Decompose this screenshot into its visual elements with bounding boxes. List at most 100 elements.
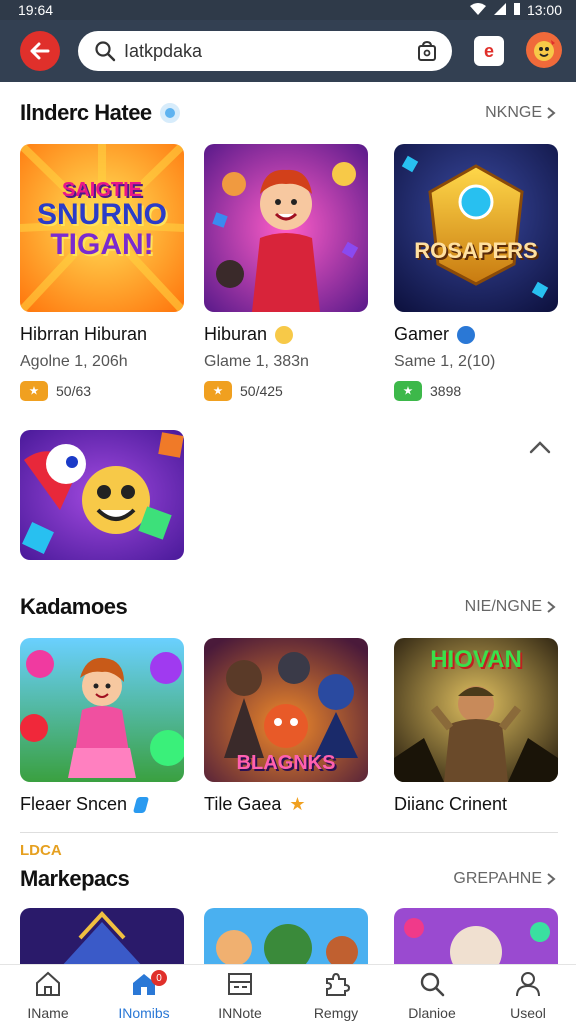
app-card[interactable] [204, 908, 368, 964]
chevron-right-icon [547, 601, 556, 613]
chevron-up-icon[interactable] [526, 434, 554, 462]
bottom-navigation: IName 0 INomibs INNote Remgy Dlanioe Use… [0, 964, 576, 1024]
see-more-link[interactable]: GREPAHNE [453, 870, 556, 888]
thumbnail-text: SNURNO [36, 198, 167, 231]
app-badge: ★ 50/63 [20, 381, 184, 401]
puzzle-icon [326, 972, 351, 996]
app-title-text: Diianc Crinent [394, 794, 508, 814]
app-thumbnail[interactable] [204, 908, 368, 964]
nav-label: Remgy [313, 1004, 359, 1021]
section-title-text: Markepacs [20, 866, 130, 891]
app-subtitle: Same 1, 2(10) [394, 353, 496, 370]
app-title-text: Tile Gaea [204, 794, 282, 814]
app-card[interactable] [394, 908, 558, 964]
wifi-icon [469, 2, 487, 19]
app-title: Tile Gaea ★ [204, 794, 368, 815]
app-thumbnail[interactable] [20, 638, 184, 782]
back-button[interactable] [20, 31, 60, 71]
badge-text: 50/425 [240, 383, 283, 399]
badge-text: 3898 [430, 383, 462, 399]
app-card[interactable]: SAIGTIE SNURNO TIGAN! Hibrran Hiburan Ag… [20, 144, 184, 401]
arrow-left-icon [30, 42, 50, 60]
see-more-link[interactable]: NIE/NGNE [465, 598, 556, 616]
section-header-games: Kadamoes NIE/NGNE [20, 594, 556, 620]
star-icon: ★ [289, 794, 306, 814]
app-subtitle: Agolne 1, 206h [20, 353, 128, 370]
app-title: Gamer [394, 324, 558, 345]
notification-button[interactable]: e [474, 36, 504, 66]
thumbnail-text: TIGAN! [50, 228, 154, 261]
nav-home[interactable]: IName [0, 965, 96, 1024]
thumbnail-text: SAIGTIE [61, 179, 142, 201]
see-more-label: NKNGE [485, 104, 542, 121]
nav-label: Useol [510, 1004, 546, 1021]
status-time-left: 19:64 [18, 2, 54, 18]
app-card[interactable] [20, 430, 184, 560]
app-thumbnail[interactable] [20, 430, 184, 560]
nav-notes[interactable]: INNote [192, 965, 288, 1024]
section-title: Markepacs [20, 866, 130, 892]
signal-icon [493, 2, 507, 19]
app-title: Diianc Crinent [394, 794, 558, 815]
app-title: Fleaer Sncen [20, 794, 184, 815]
avatar-mascot-icon [534, 40, 555, 61]
app-thumbnail[interactable]: SAIGTIE SNURNO TIGAN! [20, 144, 184, 312]
app-card[interactable]: Fleaer Sncen [20, 638, 184, 815]
main-content: Ilnderc Hatee NKNGE SAIGTIE SNURNO TIGAN… [0, 82, 576, 964]
nav-label: INomibs [118, 1004, 170, 1021]
app-thumbnail[interactable]: BLAGNKS [204, 638, 368, 782]
rating-chip-icon: ★ [20, 381, 48, 401]
search-icon [420, 972, 445, 996]
thumbnail-text: HIOVAN [430, 646, 522, 673]
status-bar: 19:64 13:00 [0, 0, 576, 20]
section-header-featured: Ilnderc Hatee NKNGE [20, 100, 556, 126]
rating-chip-icon: ★ [394, 381, 422, 401]
nav-user[interactable]: Useol [480, 965, 576, 1024]
top-bar: e [0, 20, 576, 82]
avatar[interactable] [526, 32, 562, 68]
app-title-text: Hiburan [204, 324, 268, 344]
app-title: Hibrran Hiburan [20, 324, 184, 345]
app-card[interactable] [20, 908, 184, 964]
notification-label: e [483, 40, 494, 61]
app-thumbnail[interactable]: HIOVAN [394, 638, 558, 782]
app-title-text: Gamer [394, 324, 450, 344]
section-tag: LDCA [20, 842, 62, 859]
app-card[interactable]: HIOVAN Diianc Crinent [394, 638, 558, 815]
chevron-right-icon [547, 107, 556, 119]
app-title: Hiburan [204, 324, 368, 345]
list-icon [228, 972, 252, 995]
section-title: Ilnderc Hatee [20, 100, 180, 126]
nav-games[interactable]: Remgy [288, 965, 384, 1024]
search-bar[interactable] [78, 31, 452, 71]
app-card[interactable]: ROSAPERS Gamer Same 1, 2(10) ★ 3898 [394, 144, 558, 401]
app-badge: ★ 50/425 [204, 381, 368, 401]
app-thumbnail[interactable] [20, 908, 184, 964]
badge-text: 50/63 [56, 383, 92, 399]
app-thumbnail[interactable] [394, 908, 558, 964]
nav-badge: 0 [151, 970, 167, 986]
app-thumbnail[interactable]: ROSAPERS [394, 144, 558, 312]
app-badge: ★ 3898 [394, 381, 558, 401]
see-more-label: NIE/NGNE [464, 598, 542, 615]
emoji-badge-icon [275, 325, 294, 344]
see-more-link[interactable]: NKNGE [485, 104, 556, 122]
search-input[interactable] [124, 40, 404, 62]
shopping-bag-icon[interactable] [416, 40, 438, 62]
section-title: Kadamoes [20, 594, 128, 620]
app-thumbnail[interactable] [204, 144, 368, 312]
app-card[interactable]: BLAGNKS Tile Gaea ★ [204, 638, 368, 815]
app-subtitle: Glame 1, 383n [204, 353, 309, 370]
nav-search[interactable]: Dlanioe [384, 965, 480, 1024]
app-title-text: Fleaer Sncen [20, 794, 128, 814]
nav-label: IName [27, 1004, 69, 1021]
section-title-text: Ilnderc Hatee [20, 100, 152, 125]
user-icon [516, 971, 540, 996]
section-title-text: Kadamoes [20, 594, 128, 619]
battery-icon [513, 2, 521, 19]
info-icon[interactable] [159, 103, 180, 123]
verified-icon [457, 325, 476, 344]
section-divider [20, 832, 558, 833]
app-card[interactable]: Hiburan Glame 1, 383n ★ 50/425 [204, 144, 368, 401]
nav-store[interactable]: 0 INomibs [96, 965, 192, 1024]
